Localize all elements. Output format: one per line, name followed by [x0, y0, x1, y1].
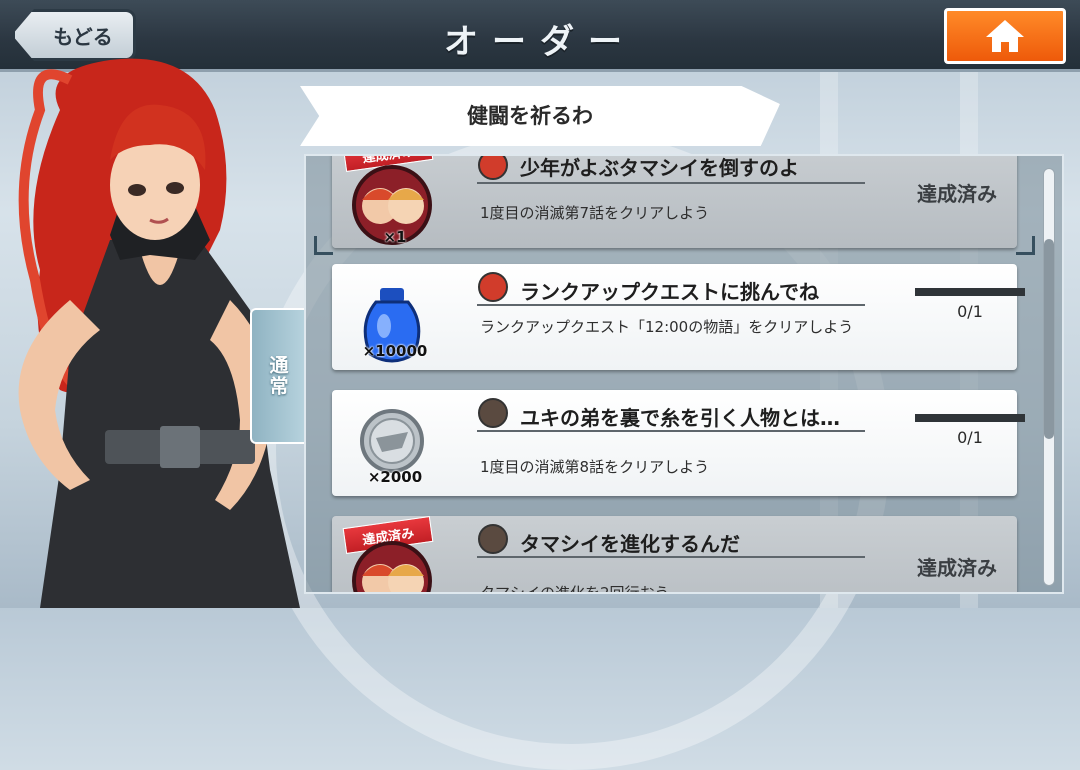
order-card[interactable]: 達成済み タマシイを進化するんだ タマシイの進化を2回行おう 達成済み — [332, 516, 1017, 594]
divider — [477, 430, 865, 432]
back-button-label: もどる — [53, 24, 113, 49]
divider — [477, 182, 865, 184]
character-avatar-icon — [478, 156, 508, 180]
divider — [477, 556, 865, 558]
progress-bar — [915, 414, 1025, 422]
order-title: ランクアップクエストに挑んでね — [520, 280, 819, 304]
scrollbar-thumb[interactable] — [1044, 239, 1054, 439]
reward-quantity: ×10000 — [362, 342, 428, 360]
order-title: 少年がよぶタマシイを倒すのよ — [520, 156, 799, 180]
order-description: 1度目の消滅第7話をクリアしよう — [480, 204, 710, 222]
divider — [477, 304, 865, 306]
reward-quantity: ×2000 — [367, 468, 423, 486]
order-description: タマシイの進化を2回行おう — [480, 584, 670, 594]
progress-text: 0/1 — [957, 302, 983, 321]
frame-corner — [314, 236, 333, 255]
scrollbar[interactable] — [1043, 168, 1055, 586]
order-list[interactable]: 達成済み ×1 少年がよぶタマシイを倒すのよ 1度目の消滅第7話をクリアしよう … — [304, 154, 1064, 594]
reward-quantity: ×1 — [383, 228, 407, 246]
order-description: ランクアップクエスト「12:00の物語」をクリアしよう — [480, 318, 854, 336]
frame-corner — [1016, 236, 1035, 255]
order-title: ユキの弟を裏で糸を引く人物とは… — [520, 406, 840, 430]
character-pair-icon — [352, 541, 432, 592]
order-card[interactable]: ×10000 ランクアップクエストに挑んでね ランクアップクエスト「12:00の… — [332, 264, 1025, 370]
home-button[interactable] — [944, 8, 1066, 64]
progress-bar — [915, 288, 1025, 296]
order-card[interactable]: 達成済み ×1 少年がよぶタマシイを倒すのよ 1度目の消滅第7話をクリアしよう … — [332, 156, 1017, 248]
progress-text: 0/1 — [957, 428, 983, 447]
order-title: タマシイを進化するんだ — [520, 532, 740, 556]
character-avatar-icon — [478, 272, 508, 302]
speech-text: 健闘を祈るわ — [467, 104, 593, 128]
tab-normal-label: 通常 — [266, 355, 289, 397]
order-description: 1度目の消滅第8話をクリアしよう — [480, 458, 710, 476]
tab-normal[interactable]: 通常 — [250, 308, 304, 444]
order-status: 達成済み — [917, 182, 997, 206]
character-avatar-icon — [478, 398, 508, 428]
home-icon — [986, 20, 1024, 52]
character-avatar-icon — [478, 524, 508, 554]
order-status: 達成済み — [917, 556, 997, 580]
order-card[interactable]: ×2000 ユキの弟を裏で糸を引く人物とは… 1度目の消滅第8話をクリアしよう … — [332, 390, 1025, 496]
